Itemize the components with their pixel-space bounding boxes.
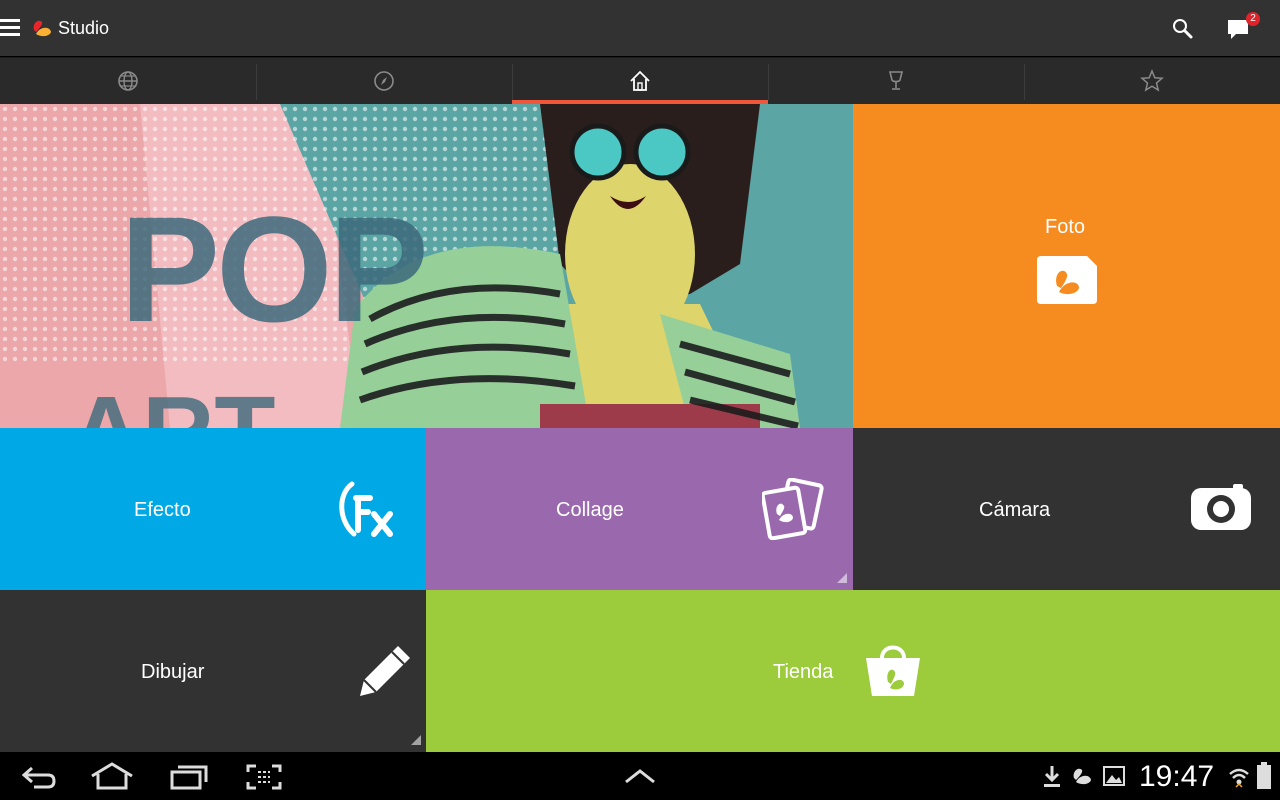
menu-icon[interactable] (0, 17, 20, 37)
picsart-logo-icon (33, 20, 51, 37)
tienda-label: Tienda (773, 661, 834, 683)
tab-explore[interactable] (0, 58, 256, 105)
banner-headline-art: ART (70, 382, 276, 428)
notification-badge: 2 (1246, 12, 1260, 26)
picsart-notification-icon (1073, 768, 1091, 785)
dibujar-label: Dibujar (141, 661, 205, 683)
efecto-label: Efecto (134, 499, 191, 521)
tile-corner-marker (411, 735, 421, 745)
tab-home[interactable] (512, 58, 768, 105)
screenshot-icon[interactable] (246, 764, 282, 790)
gallery-icon (1103, 766, 1125, 786)
efecto-tile[interactable]: Efecto (0, 428, 426, 590)
globe-icon (118, 71, 138, 91)
wifi-icon (1229, 768, 1249, 788)
collage-photos-icon (762, 478, 824, 540)
camara-tile[interactable]: Cámara (853, 428, 1280, 590)
fx-effect-icon (339, 481, 393, 537)
foto-label: Foto (1045, 216, 1086, 238)
tab-contests[interactable] (768, 58, 1024, 105)
featured-banner[interactable]: POP ART (0, 104, 853, 428)
system-bar (0, 752, 1280, 800)
back-icon[interactable] (20, 764, 58, 790)
search-icon[interactable] (1170, 16, 1194, 40)
shopping-bag-icon (866, 645, 920, 696)
recent-apps-icon[interactable] (168, 764, 208, 790)
tab-favorites[interactable] (1024, 58, 1280, 105)
collage-tile[interactable]: Collage (426, 428, 853, 590)
photo-file-icon (1037, 256, 1097, 304)
compass-icon (374, 71, 394, 91)
foto-tile[interactable]: Foto (853, 104, 1280, 428)
trophy-icon (888, 71, 904, 90)
banner-headline-pop: POP (120, 185, 429, 353)
star-icon (1140, 69, 1164, 92)
pencil-icon (360, 646, 410, 696)
collage-label: Collage (556, 499, 624, 521)
home-nav-icon[interactable] (90, 762, 134, 790)
camara-label: Cámara (979, 499, 1051, 521)
battery-icon (1257, 762, 1271, 789)
tienda-tile[interactable]: Tienda (426, 590, 1280, 752)
tab-bar (0, 57, 1280, 105)
app-title: Studio (58, 18, 110, 38)
home-icon (630, 70, 650, 91)
tile-corner-marker (837, 573, 847, 583)
tab-discover[interactable] (256, 58, 512, 105)
camera-icon (1191, 484, 1251, 530)
download-icon (1044, 766, 1060, 787)
chevron-up-icon[interactable] (624, 768, 656, 784)
app-bar: Studio 2 (0, 0, 1280, 56)
status-clock: 19:47 (1139, 760, 1215, 793)
dibujar-tile[interactable]: Dibujar (0, 590, 426, 752)
